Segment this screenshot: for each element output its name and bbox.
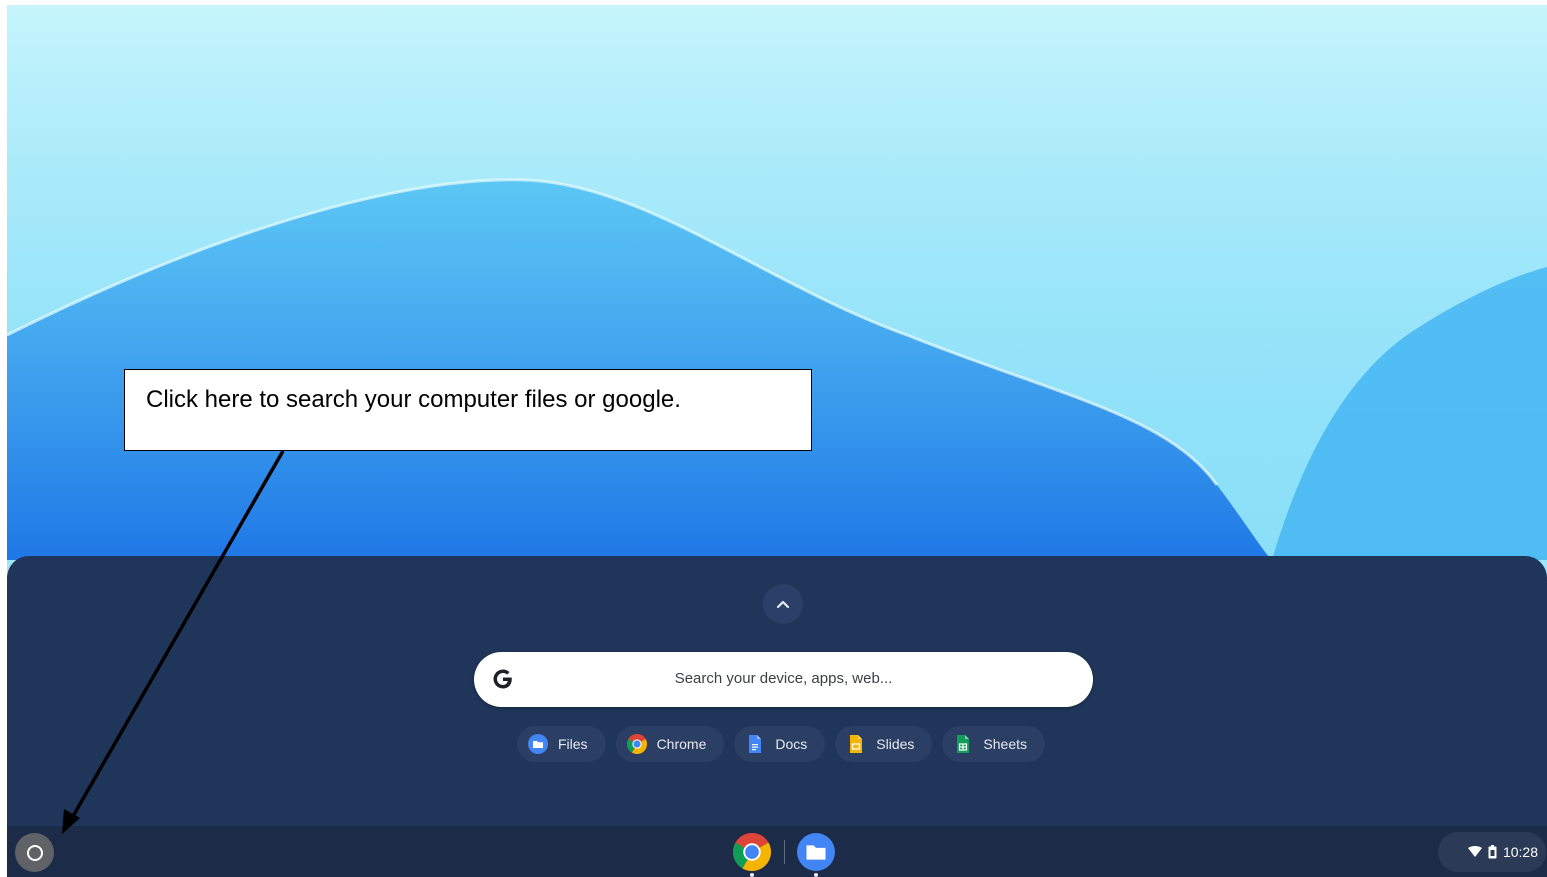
annotation-callout: Click here to search your computer files… xyxy=(124,369,812,451)
suggested-app-label: Sheets xyxy=(983,736,1027,752)
suggested-app-docs[interactable]: Docs xyxy=(734,726,826,762)
battery-icon xyxy=(1488,845,1497,859)
launcher-button[interactable] xyxy=(15,833,54,872)
suggested-app-label: Files xyxy=(558,736,588,752)
status-tray[interactable]: 10:28 xyxy=(1438,832,1546,872)
sheets-icon xyxy=(953,734,973,754)
suggested-app-sheets[interactable]: Sheets xyxy=(942,726,1045,762)
docs-icon xyxy=(745,734,765,754)
suggested-app-label: Docs xyxy=(775,736,808,752)
running-indicator xyxy=(814,873,818,877)
callout-text: Click here to search your computer files… xyxy=(146,386,681,413)
wifi-icon xyxy=(1467,846,1482,858)
suggested-app-label: Chrome xyxy=(656,736,707,752)
suggested-app-files[interactable]: Files xyxy=(517,726,606,762)
shelf-app-chrome[interactable] xyxy=(733,833,771,871)
running-indicator xyxy=(750,873,754,877)
chrome-icon xyxy=(733,833,771,871)
chromeos-desktop: Search your device, apps, web... Files C… xyxy=(0,0,1547,877)
files-icon xyxy=(797,833,835,871)
expand-launcher-button[interactable] xyxy=(763,584,803,624)
suggested-apps-row: Files Chrome Docs Slides Sheets xyxy=(517,726,1045,762)
clock-time: 10:28 xyxy=(1502,844,1538,860)
slides-icon xyxy=(846,734,866,754)
shelf-divider xyxy=(784,840,785,864)
files-icon xyxy=(528,734,548,754)
suggested-app-slides[interactable]: Slides xyxy=(835,726,933,762)
suggested-app-chrome[interactable]: Chrome xyxy=(615,726,725,762)
search-placeholder: Search your device, apps, web... xyxy=(674,670,893,687)
shelf xyxy=(7,826,1547,877)
launcher-circle-icon xyxy=(26,844,43,861)
suggested-app-label: Slides xyxy=(876,736,915,752)
chevron-up-icon xyxy=(776,600,790,609)
shelf-app-files[interactable] xyxy=(797,833,835,871)
launcher-search-box[interactable]: Search your device, apps, web... xyxy=(474,652,1093,707)
chrome-icon xyxy=(626,734,647,754)
